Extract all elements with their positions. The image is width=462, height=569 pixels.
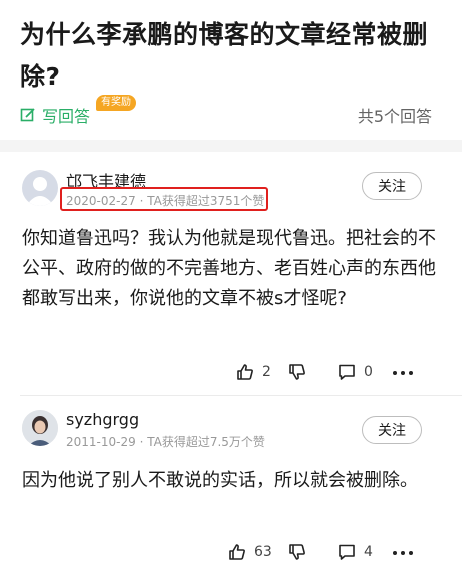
follow-button[interactable]: 关注 [362, 416, 422, 444]
downvote-button[interactable] [288, 363, 306, 381]
comment-button[interactable]: 0 [338, 363, 373, 381]
comment-button[interactable]: 4 [338, 543, 373, 561]
avatar[interactable] [22, 410, 58, 446]
avatar[interactable] [22, 170, 58, 206]
upvote-count: 2 [262, 364, 271, 380]
thumbs-down-icon [289, 544, 305, 560]
answer-card: syzhgrgg 2011-10-29 · TA获得超过7.5万个赞 关注 因为… [0, 396, 462, 569]
comment-icon [339, 544, 355, 560]
follow-button[interactable]: 关注 [362, 172, 422, 200]
meta-separator: · [139, 435, 144, 449]
answer-count[interactable]: 共5个回答 [358, 103, 432, 127]
highlight-annotation-box [60, 187, 268, 211]
author-name[interactable]: syzhgrgg [66, 410, 139, 429]
answer-actions: 2 0 [0, 363, 462, 389]
question-card: 为什么李承鹏的博客的文章经常被删除? 写回答 有奖励 共5个回答 [0, 0, 462, 140]
comment-icon [339, 364, 355, 380]
upvote-button[interactable]: 63 [228, 543, 272, 561]
upvote-count: 63 [254, 544, 272, 560]
more-dots-icon [393, 371, 413, 375]
thumbs-up-icon [237, 364, 253, 380]
comment-count: 0 [364, 364, 373, 380]
write-answer-label: 写回答 [42, 107, 91, 126]
question-title: 为什么李承鹏的博客的文章经常被删除? [20, 20, 429, 91]
user-photo-avatar [22, 410, 58, 446]
write-answer-button[interactable]: 写回答 有奖励 [20, 95, 136, 127]
upvote-button[interactable]: 2 [236, 363, 271, 381]
default-avatar-icon [26, 177, 54, 206]
thumbs-down-icon [289, 364, 305, 380]
more-button[interactable] [392, 543, 414, 561]
answer-actions: 63 4 [0, 543, 462, 569]
answer-date: 2011-10-29 [66, 435, 136, 449]
more-button[interactable] [392, 363, 414, 381]
edit-icon [20, 108, 35, 122]
question-toolbar: 写回答 有奖励 共5个回答 [20, 95, 432, 130]
more-dots-icon [393, 551, 413, 555]
answer-text: 你知道鲁迅吗？我认为他就是现代鲁迅。把社会的不公平、政府的做的不完善地方、老百姓… [22, 228, 436, 309]
reward-badge: 有奖励 [96, 95, 136, 111]
thumbs-up-icon [229, 544, 245, 560]
answer-text: 因为他说了别人不敢说的实话，所以就会被删除。 [22, 470, 418, 491]
author-meta: 2011-10-29 · TA获得超过7.5万个赞 [66, 433, 265, 450]
comment-count: 4 [364, 544, 373, 560]
downvote-button[interactable] [288, 543, 306, 561]
author-likes-info: TA获得超过7.5万个赞 [147, 435, 265, 449]
